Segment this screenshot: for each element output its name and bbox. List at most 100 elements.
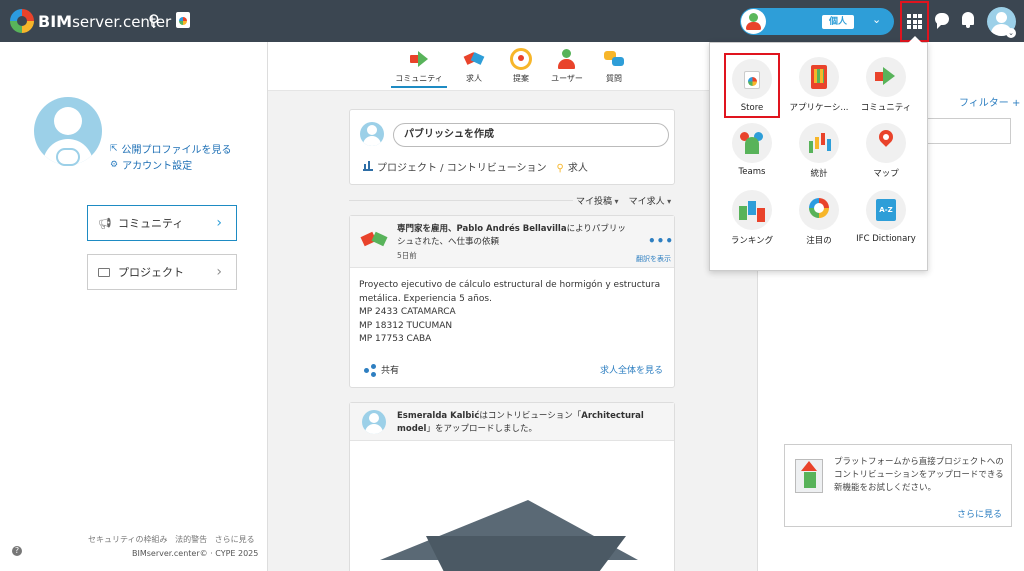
security-link[interactable]: セキュリティの枠組み (88, 535, 168, 544)
see-all-jobs-link[interactable]: 求人全体を見る (600, 363, 663, 376)
public-profile-link[interactable]: ⇱ 公開プロファイルを見る (110, 141, 232, 157)
publish-input[interactable]: パブリッシュを作成 (393, 123, 669, 147)
tab-label: ユーザー (551, 74, 583, 83)
filter-input[interactable] (918, 118, 1011, 144)
post-body-line: Proyecto ejecutivo de cálculo estructura… (359, 280, 661, 304)
handshake-icon (362, 229, 388, 251)
post-title-bold[interactable]: 専門家を雇用、Pablo Andrés Bellavilla (397, 224, 567, 234)
feed-filters: マイ投稿 マイ求人 (576, 194, 671, 207)
post-title: Esmeralda Kalbićはコントリビューション「Architectura… (397, 410, 667, 436)
app-community[interactable]: コミュニティ (850, 57, 922, 113)
app-label: ランキング (730, 236, 774, 246)
public-profile-label: 公開プロファイルを見る (121, 145, 232, 156)
featured-icon (799, 190, 839, 230)
promo-text: プラットフォームから直接プロジェクトへのコントリビューションをアップロードできる… (834, 457, 1004, 493)
app-map[interactable]: マップ (850, 123, 922, 179)
my-jobs-filter[interactable]: マイ求人 (629, 194, 672, 207)
post-body-line: MP 17753 CABA (359, 334, 432, 344)
tab-label: コミュニティ (395, 74, 443, 83)
post-title: 専門家を雇用、Pablo Andrés Bellavillaによりパブリッシュさ… (397, 223, 627, 249)
handshake-icon (463, 48, 485, 70)
share-label: 共有 (381, 366, 400, 376)
post-author[interactable]: Esmeralda Kalbić (397, 411, 479, 421)
key-icon: ⚲ (556, 163, 564, 174)
gear-icon: ⚙ (110, 159, 119, 170)
tab-community[interactable]: コミュニティ (391, 48, 447, 88)
more-options-icon[interactable]: ••• (648, 234, 674, 248)
upload-arrow-icon (801, 461, 817, 471)
app-label: マップ (873, 169, 899, 179)
post-card: 専門家を雇用、Pablo Andrés Bellavillaによりパブリッシュさ… (349, 215, 675, 388)
search-icon[interactable]: ⚲ (148, 11, 160, 30)
avatar-chevron-icon[interactable]: ⌄ (1006, 28, 1016, 38)
model-roof-face (426, 536, 626, 571)
store-icon[interactable] (176, 12, 190, 28)
app-ifc-dictionary[interactable]: IFC Dictionary (850, 190, 922, 244)
nav-projects[interactable]: プロジェクト › (87, 254, 237, 290)
tab-questions[interactable]: 質問 (586, 48, 642, 84)
phone-apps-icon (799, 57, 839, 97)
job-action[interactable]: ⚲ 求人 (557, 159, 588, 174)
teams-icon (732, 123, 772, 163)
legal-link[interactable]: 法的警告 (175, 535, 207, 544)
app-featured[interactable]: 注目の (783, 190, 855, 246)
statistics-icon (799, 123, 839, 163)
share-button[interactable]: 共有 (364, 363, 400, 377)
post-time: 5日前 (397, 251, 417, 260)
publish-actions: プロジェクト / コントリビューション ⚲ 求人 (363, 159, 588, 174)
lightbulb-icon (510, 48, 532, 70)
filter-divider (349, 200, 573, 201)
app-teams[interactable]: Teams (716, 123, 788, 177)
share-icon (364, 363, 376, 377)
post-title-rest: 」をアップロードしました。 (426, 424, 537, 434)
ranking-icon (732, 190, 772, 230)
feed: パブリッシュを作成 プロジェクト / コントリビューション ⚲求人 マイ投稿 マ… (268, 92, 756, 571)
post-card: Esmeralda Kalbićはコントリビューション「Architectura… (349, 402, 675, 571)
my-posts-filter[interactable]: マイ投稿 (576, 194, 619, 207)
app-label: Store (740, 103, 764, 113)
app-label: IFC Dictionary (856, 234, 916, 244)
app-ranking[interactable]: ランキング (716, 190, 788, 246)
filter-link[interactable]: フィルター + (959, 94, 1020, 109)
bell-icon[interactable] (962, 12, 974, 28)
profile-avatar-icon (741, 9, 766, 34)
promo-card: プラットフォームから直接プロジェクトへのコントリビューションをアップロードできる… (784, 444, 1012, 527)
store-bag-icon (732, 59, 772, 99)
avatar-badge-icon (56, 148, 80, 166)
building-icon (363, 161, 373, 171)
app-label: コミュニティ (860, 103, 912, 113)
top-bar: BIMserver.center ⚲ 個人 ⌄ ⌄ (0, 0, 1024, 42)
chevron-down-icon[interactable]: ⌄ (872, 13, 881, 26)
translate-link[interactable]: 翻訳を表示 (636, 254, 671, 264)
nav-community[interactable]: 📢︎ コミュニティ › (87, 205, 237, 241)
grid-icon (907, 14, 922, 29)
more-link[interactable]: さらに見る (215, 535, 255, 544)
user-avatar (360, 122, 384, 146)
app-label: アプリケーシ... (789, 103, 849, 113)
app-label: 統計 (810, 169, 828, 179)
chevron-right-icon: › (216, 264, 222, 280)
app-label: Teams (738, 167, 766, 177)
ifc-dictionary-icon (866, 190, 906, 230)
external-link-icon: ⇱ (110, 143, 118, 154)
profile-type-badge: 個人 (822, 15, 854, 29)
project-contribution-action[interactable]: プロジェクト / コントリビューション (363, 159, 547, 174)
help-icon[interactable]: ? (12, 546, 22, 556)
nav-projects-label: プロジェクト (118, 266, 184, 279)
bimserver-logo-icon (10, 9, 34, 33)
megaphone-icon: 📢︎ (98, 216, 112, 230)
post-title-mid: はコントリビューション「 (479, 411, 582, 421)
model-preview[interactable] (350, 442, 674, 571)
promo-more-link[interactable]: さらに見る (957, 507, 1002, 520)
megaphone-icon (866, 57, 906, 97)
post-body: Proyecto ejecutivo de cálculo estructura… (359, 279, 664, 347)
app-store[interactable]: Store (724, 53, 780, 118)
left-sidebar: ⇱ 公開プロファイルを見る ⚙ アカウント設定 📢︎ コミュニティ › プロジェ… (0, 42, 268, 571)
app-applications[interactable]: アプリケーシ... (783, 57, 855, 113)
chat-icon[interactable] (935, 13, 949, 29)
map-pin-icon (866, 123, 906, 163)
profile-switcher[interactable] (740, 8, 894, 35)
post-header: 専門家を雇用、Pablo Andrés Bellavillaによりパブリッシュさ… (350, 216, 674, 268)
account-settings-link[interactable]: ⚙ アカウント設定 (110, 157, 192, 173)
app-statistics[interactable]: 統計 (783, 123, 855, 179)
